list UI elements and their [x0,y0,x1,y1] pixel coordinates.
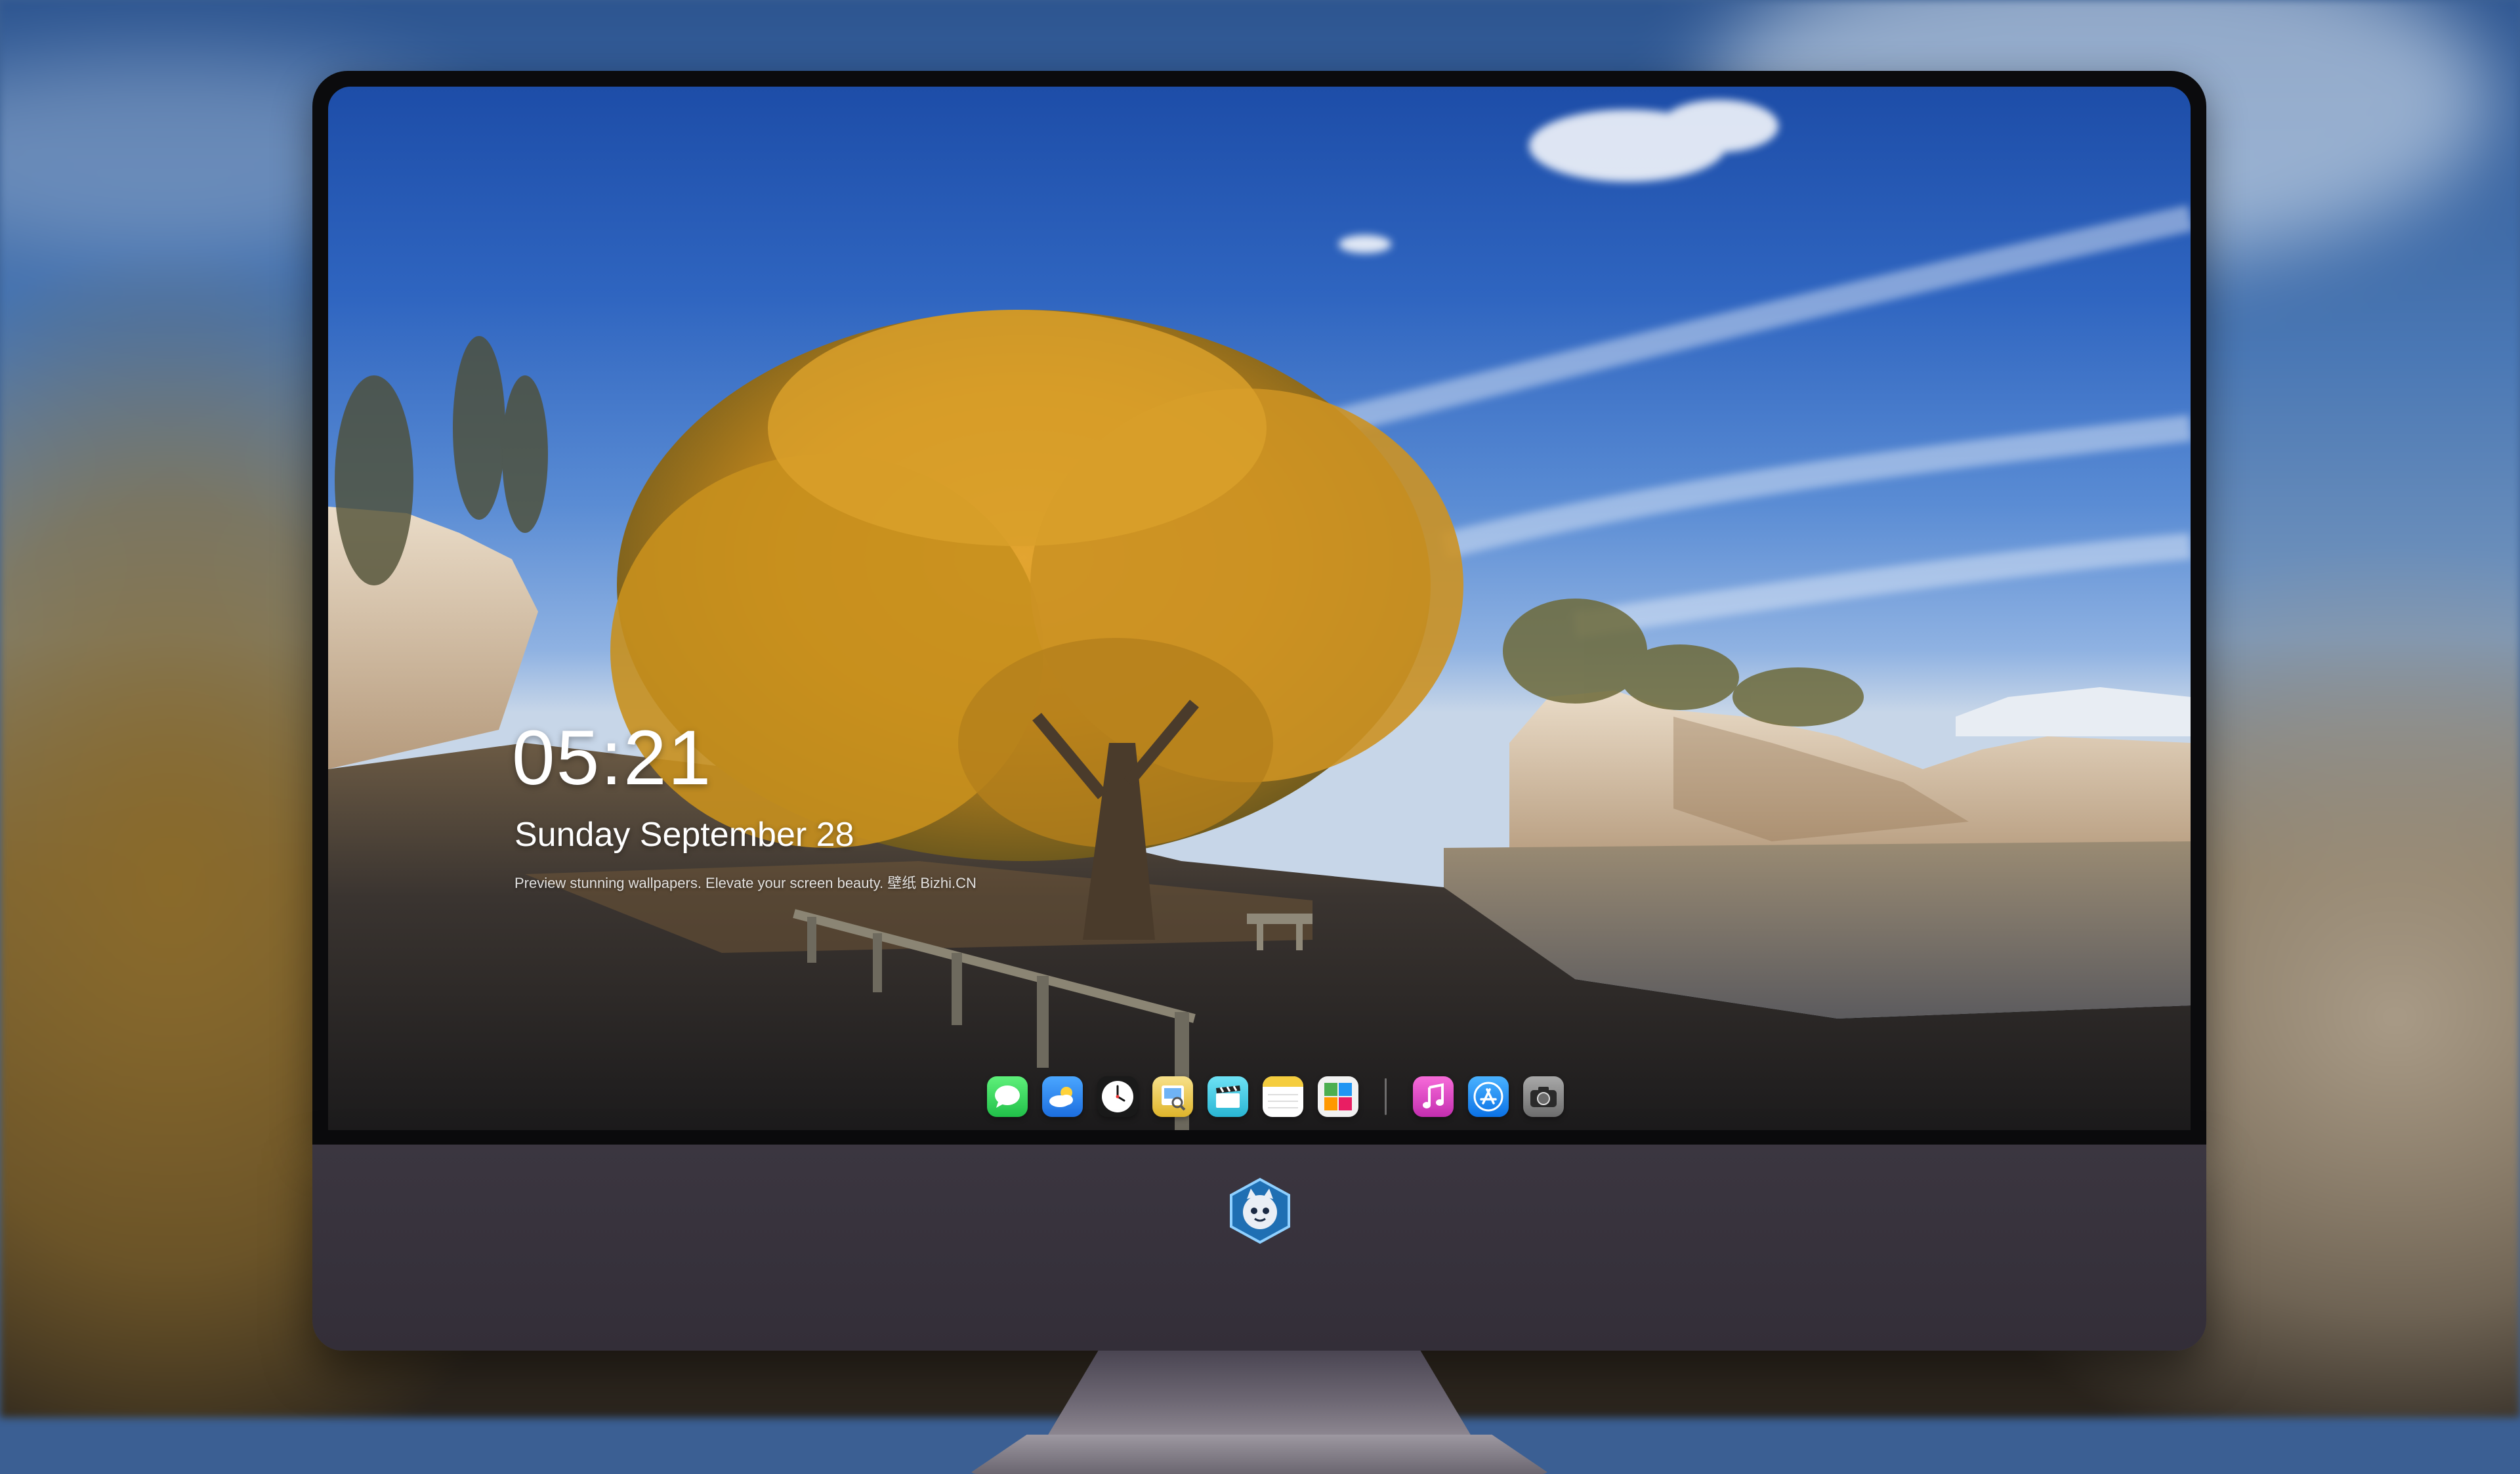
clock-icon [1102,1081,1133,1112]
dock-app-notes[interactable] [1263,1076,1303,1117]
lock-date: Sunday September 28 [514,816,854,854]
monitor-stand-base [969,1435,1550,1474]
dock [987,1068,1564,1125]
music-icon [1423,1083,1444,1108]
dock-app-weather[interactable] [1042,1076,1083,1117]
lock-clock: 05:21 [512,715,713,801]
dock-app-music[interactable] [1413,1076,1454,1117]
photo-grid-icon [1324,1083,1352,1110]
camera-icon [1530,1087,1557,1107]
dock-app-camera[interactable] [1523,1076,1564,1117]
dock-app-clips[interactable] [1208,1076,1248,1117]
wallpaper [328,100,2191,1130]
app-store-icon [1473,1082,1503,1112]
monitor: 05:21 Sunday September 28 Preview stunni… [312,71,2206,1474]
lock-screen[interactable]: 05:21 Sunday September 28 Preview stunni… [328,87,2191,1130]
wallpaper-caption: Preview stunning wallpapers. Elevate you… [514,875,976,891]
preview-icon [1162,1085,1186,1111]
dock-app-messages[interactable] [987,1076,1028,1117]
messages-icon [995,1085,1020,1108]
dock-app-app-store[interactable] [1468,1076,1509,1117]
dock-separator [1385,1078,1387,1115]
monitor-chin [312,1145,2206,1351]
clapperboard-icon [1216,1085,1240,1108]
dock-app-photo-booth[interactable] [1318,1076,1358,1117]
mascot-logo-icon [1226,1177,1294,1245]
monitor-bezel: 05:21 Sunday September 28 Preview stunni… [312,71,2206,1145]
notes-icon [1263,1076,1303,1108]
weather-icon [1049,1087,1073,1107]
monitor-stand-neck [1047,1351,1471,1436]
dock-app-preview[interactable] [1152,1076,1193,1117]
dock-app-clock[interactable] [1097,1076,1138,1117]
